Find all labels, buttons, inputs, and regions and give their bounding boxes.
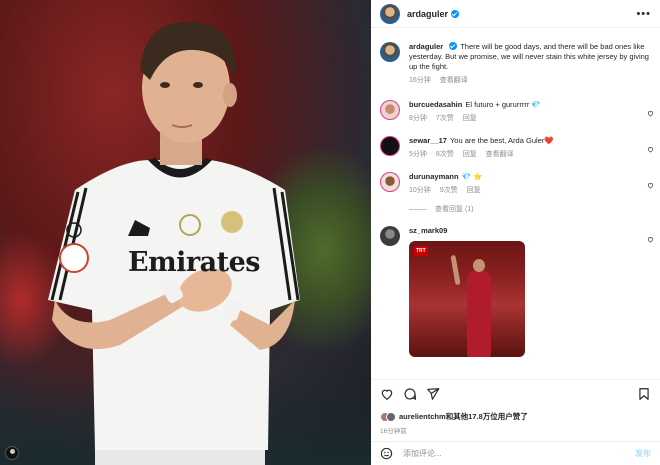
liker-avatar <box>386 411 396 422</box>
caption-row: ardaguler There will be good days, and th… <box>371 42 660 86</box>
emoji-icon[interactable] <box>380 447 393 460</box>
avatar[interactable] <box>380 42 400 62</box>
jersey-sponsor-text: Emirates <box>128 247 260 278</box>
avatar[interactable] <box>380 100 400 120</box>
comment-likes[interactable]: 9次赞 <box>440 187 458 194</box>
comment-text: You are the best, Arda Guler❤️ <box>449 136 554 145</box>
caption-body: ardaguler There will be good days, and th… <box>409 42 651 86</box>
comment-time: 8分钟 <box>409 115 427 122</box>
comment-body: sewar__17 You are the best, Arda Guler❤️ … <box>409 136 651 160</box>
comment-username[interactable]: sz_mark09 <box>409 226 447 235</box>
post-sidebar: ardaguler ••• ardaguler There will be goo… <box>371 0 660 465</box>
player-illustration <box>48 21 300 465</box>
action-icons <box>380 386 651 402</box>
caption-meta: 16分钟 查看翻译 <box>409 76 651 86</box>
likes-count[interactable]: 和其他17.8万位用户赞了 <box>446 412 528 421</box>
comment-body: durunaymann 💎 ⭐ 10分钟 9次赞 回复 <box>409 172 651 196</box>
comment-username[interactable]: durunaymann <box>409 172 459 181</box>
comment-likes[interactable]: 8次赞 <box>436 151 454 158</box>
post-header: ardaguler ••• <box>371 0 660 28</box>
comment-item: sewar__17 You are the best, Arda Guler❤️ … <box>371 136 660 160</box>
author-username[interactable]: ardaguler <box>407 9 448 19</box>
post-button[interactable]: 发布 <box>635 448 651 459</box>
bookmark-icon[interactable] <box>637 387 651 401</box>
image-figure-arm <box>450 254 461 286</box>
caption-username[interactable]: ardaguler <box>409 42 443 51</box>
translate-link[interactable]: 查看翻译 <box>440 77 468 84</box>
heart-icon[interactable] <box>647 230 654 243</box>
view-replies-label: 查看回复 (1) <box>435 206 474 213</box>
comment-text: 💎 ⭐ <box>461 172 483 181</box>
avatar[interactable] <box>380 172 400 192</box>
comment-time: 5分钟 <box>409 151 427 158</box>
comment-time: 10分钟 <box>409 187 431 194</box>
verified-badge-icon <box>451 9 460 18</box>
heart-icon[interactable] <box>647 104 654 117</box>
likes-text: aurelientchm和其他17.8万位用户赞了 <box>399 411 528 422</box>
share-icon[interactable] <box>426 387 440 401</box>
avatar[interactable] <box>380 226 400 246</box>
comments-list: ardaguler There will be good days, and th… <box>371 36 660 357</box>
comment-meta: 8分钟 7次赞 回复 <box>409 114 651 124</box>
image-figure <box>467 259 491 357</box>
comment-username[interactable]: sewar__17 <box>409 136 447 145</box>
add-comment-bar: 发布 <box>371 441 660 465</box>
action-bar: aurelientchm和其他17.8万位用户赞了 16分钟前 <box>371 379 660 435</box>
comment-item: durunaymann 💎 ⭐ 10分钟 9次赞 回复 <box>371 172 660 196</box>
reply-button[interactable]: 回复 <box>463 151 477 158</box>
liker-username[interactable]: aurelientchm <box>399 412 446 421</box>
image-badge: TRT <box>414 246 428 256</box>
comment-meta: 5分钟 8次赞 回复 查看翻译 <box>409 150 651 160</box>
more-horizontal-icon[interactable]: ••• <box>636 8 651 20</box>
comment-text: El futuro + gururrrrr 💎 <box>465 100 541 109</box>
replies-dash <box>409 208 427 210</box>
comment-likes[interactable]: 7次赞 <box>436 115 454 122</box>
comment-item: burcuedasahin El futuro + gururrrrr 💎 8分钟… <box>371 100 660 124</box>
heart-icon[interactable] <box>647 176 654 189</box>
post-photo[interactable]: Emirates <box>0 0 371 465</box>
comment-item: sz_mark09 TRT <box>371 226 660 357</box>
avatar[interactable] <box>380 3 400 24</box>
heart-icon[interactable] <box>647 140 654 153</box>
post-time: 16分钟前 <box>380 428 407 435</box>
verified-badge-icon <box>449 42 458 50</box>
caption-time: 16分钟 <box>409 77 431 84</box>
comment-body: burcuedasahin El futuro + gururrrrr 💎 8分钟… <box>409 100 651 124</box>
likes-summary[interactable]: aurelientchm和其他17.8万位用户赞了 <box>380 411 651 422</box>
comment-username[interactable]: burcuedasahin <box>409 100 462 109</box>
heart-icon[interactable] <box>380 387 394 401</box>
comment-image[interactable]: TRT <box>409 241 525 357</box>
tagged-people-icon[interactable] <box>5 446 19 460</box>
comment-body: sz_mark09 TRT <box>409 226 651 357</box>
caption-text: There will be good days, and there will … <box>409 42 649 71</box>
translate-link[interactable]: 查看翻译 <box>486 151 514 158</box>
view-replies-button[interactable]: 查看回复 (1) <box>409 204 660 214</box>
comment-icon[interactable] <box>403 387 417 401</box>
comment-input[interactable] <box>403 449 635 458</box>
comment-meta: 10分钟 9次赞 回复 <box>409 186 651 196</box>
avatar[interactable] <box>380 136 400 156</box>
reply-button[interactable]: 回复 <box>463 115 477 122</box>
reply-button[interactable]: 回复 <box>467 187 481 194</box>
